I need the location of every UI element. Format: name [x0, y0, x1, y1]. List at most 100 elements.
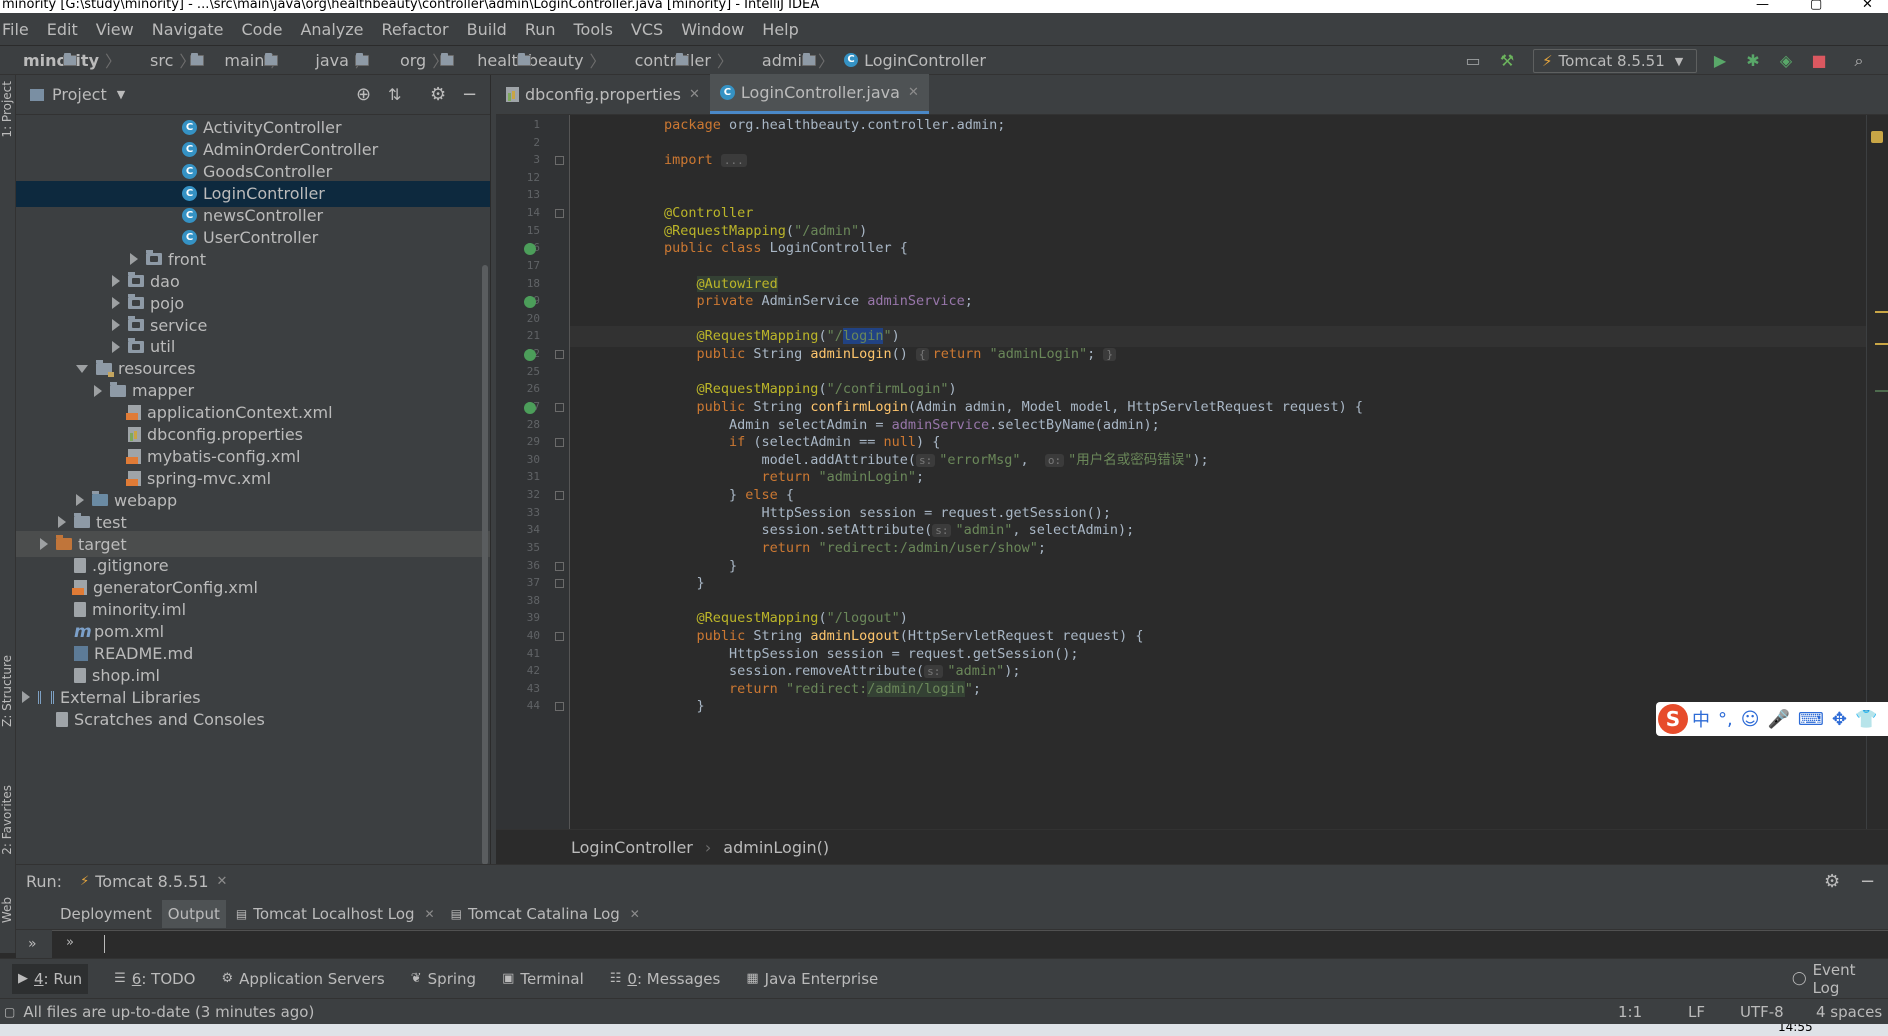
emoji-icon[interactable]: ☺ [1741, 709, 1760, 730]
hide-panel-icon[interactable]: − [462, 84, 477, 105]
minimize-button[interactable]: — [1756, 0, 1776, 13]
menu-help[interactable]: Help [760, 20, 807, 39]
close-icon[interactable]: ✕ [908, 85, 919, 100]
menu-analyze[interactable]: Analyze [298, 20, 372, 39]
inspection-status-icon[interactable] [1871, 131, 1883, 143]
menu-code[interactable]: Code [240, 20, 292, 39]
layout-icon[interactable]: ▢ [4, 1005, 15, 1019]
fold-icon[interactable] [555, 209, 564, 218]
chevron-right-icon[interactable] [40, 538, 48, 550]
breadcrumb-method[interactable]: adminLogin() [723, 838, 829, 857]
menu-view[interactable]: View [94, 20, 143, 39]
ime-mode[interactable]: 中 [1692, 706, 1710, 732]
fold-icon[interactable] [555, 403, 564, 412]
tab-deployment[interactable]: Deployment [54, 900, 158, 928]
breadcrumb-item[interactable]: controller 〉 [612, 48, 733, 72]
chevron-right-icon[interactable] [112, 319, 120, 331]
breadcrumb-item[interactable]: C LoginController [840, 51, 986, 70]
file-encoding[interactable]: UTF-8 [1740, 1003, 1784, 1021]
run-icon[interactable]: ▶ [1711, 52, 1729, 70]
bean-gutter-icon[interactable] [524, 296, 536, 308]
tab-tomcat-localhost-log[interactable]: ▤ Tomcat Localhost Log ✕ [230, 900, 441, 928]
menu-edit[interactable]: Edit [45, 20, 87, 39]
chevron-right-icon[interactable] [112, 275, 120, 288]
gear-icon[interactable]: ⚙ [430, 84, 446, 105]
fold-icon[interactable] [555, 438, 564, 447]
chevron-right-icon[interactable] [130, 253, 138, 266]
skin-icon[interactable]: 👕 [1855, 709, 1877, 730]
project-tool-tab[interactable]: 1: Project [0, 81, 16, 138]
breadcrumb-item[interactable]: java〉 [292, 48, 371, 72]
event-log-button[interactable]: ◯ Event Log [1792, 961, 1874, 997]
warning-marker[interactable] [1875, 343, 1888, 345]
tab-tomcat-catalina-log[interactable]: ▤ Tomcat Catalina Log ✕ [445, 900, 646, 928]
line-separator[interactable]: LF [1688, 1003, 1705, 1021]
chevron-right-icon[interactable] [112, 297, 120, 310]
close-icon[interactable]: ✕ [425, 907, 435, 921]
menu-file[interactable]: File [0, 20, 38, 39]
close-icon[interactable]: ✕ [689, 87, 700, 102]
chevron-right-icon[interactable] [76, 494, 84, 507]
toolbox-icon[interactable]: ✥ [1832, 709, 1847, 730]
usage-marker[interactable] [1875, 390, 1888, 392]
structure-tool-tab[interactable]: Z: Structure [0, 655, 16, 727]
close-icon[interactable]: ✕ [217, 874, 228, 889]
fold-icon[interactable] [555, 632, 564, 641]
tool-window-terminal[interactable]: ▣ Terminal [502, 970, 584, 988]
breadcrumb-item[interactable]: org〉 [377, 48, 454, 72]
bean-gutter-icon[interactable] [524, 402, 536, 414]
expand-icon[interactable]: » [28, 936, 37, 952]
maximize-button[interactable]: ▢ [1810, 0, 1830, 13]
fold-icon[interactable] [555, 350, 564, 359]
search-icon[interactable]: ⌕ [1850, 52, 1868, 70]
caret-position[interactable]: 1:1 [1618, 1003, 1642, 1021]
chevron-right-icon[interactable] [22, 691, 30, 704]
run-session-tab[interactable]: Tomcat 8.5.51 [95, 872, 208, 891]
hide-panel-icon[interactable]: − [1860, 871, 1875, 892]
fold-icon[interactable] [555, 702, 564, 711]
breadcrumb-class[interactable]: LoginController [571, 838, 693, 857]
menu-vcs[interactable]: VCS [629, 20, 672, 39]
project-panel-title[interactable]: Project [52, 85, 107, 104]
chevron-down-icon[interactable]: ▼ [117, 88, 125, 101]
fold-icon[interactable] [555, 579, 564, 588]
breadcrumb-item[interactable]: admin 〉 [739, 48, 834, 72]
close-window-button[interactable]: ✕ [1862, 0, 1882, 13]
close-icon[interactable]: ✕ [630, 907, 640, 921]
bean-gutter-icon[interactable] [524, 243, 536, 255]
menu-run[interactable]: Run [523, 20, 565, 39]
fold-icon[interactable] [555, 562, 564, 571]
coverage-icon[interactable]: ◈ [1777, 52, 1795, 70]
chevron-right-icon[interactable] [112, 340, 120, 353]
build-hammer-icon[interactable]: ⚒ [1498, 52, 1516, 70]
tool-window-application-servers[interactable]: ⚙ Application Servers [222, 970, 385, 988]
stop-icon[interactable]: ■ [1810, 52, 1828, 70]
debug-icon[interactable]: ✱ [1744, 52, 1762, 70]
chevron-right-icon[interactable] [58, 516, 66, 529]
project-scrollbar[interactable] [482, 265, 488, 865]
keyboard-icon[interactable]: ⌨ [1798, 709, 1824, 730]
menu-window[interactable]: Window [679, 20, 753, 39]
chevron-down-icon[interactable] [76, 364, 88, 373]
microphone-icon[interactable]: 🎤 [1768, 709, 1790, 730]
tool-window-java-enterprise[interactable]: ▦ Java Enterprise [746, 970, 878, 988]
bean-gutter-icon[interactable] [524, 349, 536, 361]
chevron-right-icon[interactable] [94, 384, 102, 397]
indent-setting[interactable]: 4 spaces [1816, 1003, 1882, 1021]
breadcrumb-item[interactable]: healthbeauty〉 [454, 48, 605, 72]
tab-output[interactable]: Output [161, 899, 226, 928]
tool-window-run[interactable]: ▶ 4: Run [12, 963, 89, 994]
menu-refactor[interactable]: Refactor [380, 20, 458, 39]
fold-icon[interactable] [555, 156, 564, 165]
punctuation-icon[interactable]: °, [1718, 709, 1733, 730]
menu-tools[interactable]: Tools [572, 20, 622, 39]
breadcrumb-item[interactable]: src 〉 [127, 48, 205, 72]
run-configuration-select[interactable]: ⚡ Tomcat 8.5.51 ▼ [1533, 49, 1697, 73]
collapse-all-icon[interactable]: ⇅ [388, 85, 401, 104]
tree-item[interactable]: Scratches and Consoles [16, 706, 490, 732]
frame-icon[interactable]: ▭ [1464, 52, 1482, 70]
editor-tab[interactable]: dbconfig.properties ✕ [496, 74, 710, 114]
ime-toolbar[interactable]: S 中 °, ☺ 🎤 ⌨ ✥ 👕 [1656, 702, 1888, 736]
fold-icon[interactable] [555, 491, 564, 500]
tool-window-todo[interactable]: ☰ 6: TODO [114, 970, 195, 988]
